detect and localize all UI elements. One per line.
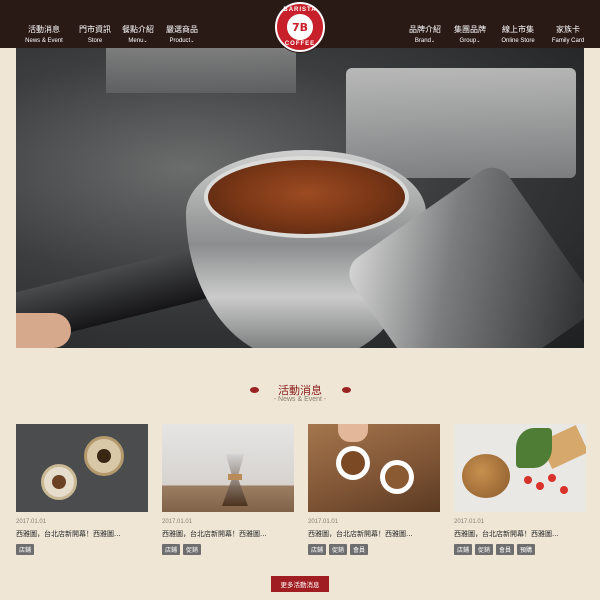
tomato-image bbox=[548, 474, 556, 482]
hand bbox=[16, 313, 71, 348]
more-news-button[interactable]: 更多活動消息 bbox=[271, 576, 329, 592]
news-date: 2017.01.01 bbox=[162, 519, 193, 525]
news-title[interactable]: 西雅圖，台北店新開幕！西雅圖... bbox=[308, 529, 440, 539]
hero-banner[interactable] bbox=[16, 48, 584, 348]
news-thumbnail[interactable] bbox=[308, 424, 440, 512]
tomato-image bbox=[536, 482, 544, 490]
nav-label-zh: 嚴選商品 bbox=[166, 25, 198, 34]
tomato-image bbox=[560, 486, 568, 494]
nav-label-en: Family Card bbox=[551, 38, 585, 44]
tag[interactable]: 會員 bbox=[350, 544, 369, 555]
news-title[interactable]: 西雅圖，台北店新開幕！西雅圖... bbox=[454, 529, 586, 539]
nav-label-zh: 家族卡 bbox=[556, 25, 580, 34]
news-card[interactable]: 2017.01.01 西雅圖，台北店新開幕！西雅圖... 店鋪 促銷 bbox=[162, 424, 294, 555]
news-title[interactable]: 西雅圖，台北店新開幕！西雅圖... bbox=[162, 529, 294, 539]
news-thumbnail[interactable] bbox=[454, 424, 586, 512]
chemex-image bbox=[222, 454, 248, 506]
news-tags: 店鋪 bbox=[16, 544, 148, 555]
tomato-image bbox=[524, 476, 532, 484]
hero-background-steel bbox=[346, 68, 576, 178]
news-date: 2017.01.01 bbox=[16, 519, 47, 525]
logo-mark: 7B bbox=[285, 12, 315, 42]
news-tags: 店鋪 促銷 bbox=[162, 544, 294, 555]
tag[interactable]: 店鋪 bbox=[16, 544, 35, 555]
news-card[interactable]: 2017.01.01 西雅圖，台北店新開幕！西雅圖... 店鋪 促銷 會員 預購 bbox=[454, 424, 586, 555]
chevron-down-icon: ⌄ bbox=[476, 38, 481, 44]
nav-label-en-text: Menu bbox=[128, 38, 144, 44]
tag[interactable]: 預購 bbox=[517, 544, 536, 555]
tag[interactable]: 促銷 bbox=[329, 544, 348, 555]
section-subtitle: - News & Event - bbox=[273, 396, 327, 403]
logo-text-bottom: COFFEE bbox=[284, 41, 316, 47]
barista-coffee-logo[interactable]: BARISTA 7B COFFEE bbox=[275, 2, 325, 52]
site-header: 活動消息 News & Event 門市資訊 Store 餐點介紹 Menu⌄ … bbox=[0, 0, 600, 52]
chevron-down-icon: ⌄ bbox=[143, 38, 148, 44]
tag[interactable]: 店鋪 bbox=[454, 544, 473, 555]
nav-product[interactable]: 嚴選商品 Product⌄ bbox=[152, 25, 212, 45]
hand-image bbox=[338, 424, 368, 442]
bread-image bbox=[462, 454, 510, 498]
news-title[interactable]: 西雅圖，台北店新開幕！西雅圖... bbox=[16, 529, 148, 539]
nav-label-en-text: Group bbox=[459, 38, 477, 44]
tag[interactable]: 店鋪 bbox=[162, 544, 181, 555]
news-thumbnail[interactable] bbox=[16, 424, 148, 512]
chemex-collar bbox=[228, 474, 242, 480]
news-date: 2017.01.01 bbox=[308, 519, 339, 525]
ground-coffee bbox=[204, 156, 409, 238]
latte-art-image bbox=[380, 460, 414, 494]
tag[interactable]: 促銷 bbox=[475, 544, 494, 555]
news-card[interactable]: 2017.01.01 西雅圖，台北店新開幕！西雅圖... 店鋪 bbox=[16, 424, 148, 555]
logo-text-top: BARISTA bbox=[283, 7, 317, 13]
nav-label-en-text: Product bbox=[169, 38, 191, 44]
news-tags: 店鋪 促銷 會員 bbox=[308, 544, 440, 555]
coffee-bean-icon bbox=[342, 387, 351, 393]
news-thumbnail[interactable] bbox=[162, 424, 294, 512]
nav-family-card[interactable]: 家族卡 Family Card bbox=[538, 25, 598, 45]
hero-background-machine bbox=[106, 48, 296, 93]
chevron-down-icon: ⌄ bbox=[430, 38, 436, 44]
news-tags: 店鋪 促銷 會員 預購 bbox=[454, 544, 586, 555]
news-date: 2017.01.01 bbox=[454, 519, 485, 525]
news-card[interactable]: 2017.01.01 西雅圖，台北店新開幕！西雅圖... 店鋪 促銷 會員 bbox=[308, 424, 440, 555]
coffee-cup-image bbox=[84, 436, 124, 476]
tag[interactable]: 店鋪 bbox=[308, 544, 327, 555]
coffee-cup-image bbox=[41, 464, 77, 500]
chevron-down-icon: ⌄ bbox=[190, 38, 195, 44]
latte-art-image bbox=[336, 446, 370, 480]
basil-image bbox=[516, 428, 552, 468]
nav-label-en-text: Brand bbox=[414, 38, 431, 44]
nav-label-en: Product⌄ bbox=[152, 38, 212, 44]
tag[interactable]: 會員 bbox=[496, 544, 515, 555]
tag[interactable]: 促銷 bbox=[183, 544, 202, 555]
